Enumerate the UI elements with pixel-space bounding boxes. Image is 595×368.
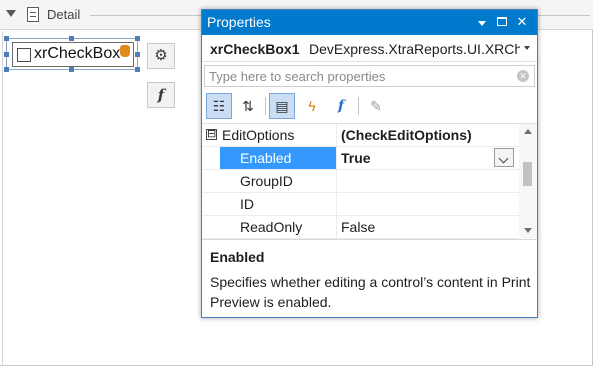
properties-title: Properties [207,14,271,30]
resize-handle-bottom[interactable] [69,67,74,72]
properties-window[interactable]: Properties ✕ xrCheckBox1 DevExpress.Xtra… [201,9,538,318]
scroll-up-icon[interactable] [524,129,532,134]
property-search[interactable]: ✕ [204,65,535,87]
band-title: Detail [47,7,81,22]
band-icon [27,7,39,22]
property-value[interactable]: False [338,216,519,238]
expressions-icon[interactable]: f [328,93,354,119]
object-type: DevExpress.XtraReports.UI.XRCheckBox [309,41,520,57]
resize-handle-bottom-left[interactable] [4,67,9,72]
property-row-id[interactable]: ID [202,193,519,216]
chevron-down-icon[interactable] [524,46,530,50]
window-menu-arrow-icon[interactable] [474,14,490,30]
property-value[interactable] [338,170,519,192]
events-icon[interactable]: ϟ [299,93,325,119]
maximize-icon[interactable] [494,14,510,30]
data-binding-icon [120,45,130,57]
resize-handle-left[interactable] [4,52,9,57]
resize-handle-bottom-right[interactable] [135,67,140,72]
smart-tag-gear-icon[interactable]: ⚙ [147,43,175,69]
object-selector[interactable]: xrCheckBox1 DevExpress.XtraReports.UI.XR… [202,35,537,62]
properties-toolbar: ☷ ⇅ ▤ ϟ f ✎ [202,91,537,121]
property-name: ReadOnly [220,216,337,238]
collapse-icon[interactable]: ⊟ [206,129,217,140]
property-row-groupid[interactable]: GroupID [202,170,519,193]
object-name: xrCheckBox1 [210,41,300,57]
property-name: GroupID [220,170,337,192]
property-name: Enabled [220,147,337,169]
properties-title-bar[interactable]: Properties ✕ [202,10,537,35]
checkbox-square[interactable] [17,48,31,62]
property-row-readonly[interactable]: ReadOnly False [202,216,519,239]
resize-handle-right[interactable] [135,52,140,57]
toolbar-separator [358,97,359,115]
property-value[interactable]: True [338,147,519,169]
resize-handle-top[interactable] [69,36,74,41]
properties-tab-icon[interactable]: ▤ [269,93,295,119]
close-icon[interactable]: ✕ [514,14,530,30]
description-panel: Enabled Specifies whether editing a cont… [202,239,537,317]
property-row-enabled[interactable]: Enabled True [202,147,519,170]
value-dropdown-button[interactable] [494,148,514,167]
alphabetical-sort-icon[interactable]: ⇅ [235,93,261,119]
property-name: EditOptions [220,124,337,146]
wrench-icon[interactable]: ✎ [363,93,389,119]
resize-handle-top-left[interactable] [4,36,9,41]
property-grid[interactable]: ⊟ EditOptions (CheckEditOptions) Enabled… [202,123,537,239]
checkbox-label: xrCheckBox [34,45,121,62]
search-input[interactable] [209,66,509,86]
property-row-editoptions[interactable]: ⊟ EditOptions (CheckEditOptions) [202,124,519,147]
property-value: (CheckEditOptions) [341,127,472,143]
description-title: Enabled [210,249,265,265]
clear-search-icon[interactable]: ✕ [517,70,529,82]
checkbox-control[interactable]: xrCheckBox [12,42,134,67]
property-name: ID [220,193,337,215]
scroll-down-icon[interactable] [524,228,532,233]
band-margin-line [2,31,3,366]
expression-fx-icon[interactable]: f [147,82,175,108]
categorized-view-icon[interactable]: ☷ [206,93,232,119]
description-text: Specifies whether editing a control’s co… [210,274,531,310]
property-grid-scrollbar[interactable] [519,124,537,238]
toolbar-separator [265,97,266,115]
collapse-arrow-icon[interactable] [6,10,16,17]
resize-handle-top-right[interactable] [135,36,140,41]
property-value[interactable] [338,193,519,215]
scroll-thumb[interactable] [523,162,532,186]
